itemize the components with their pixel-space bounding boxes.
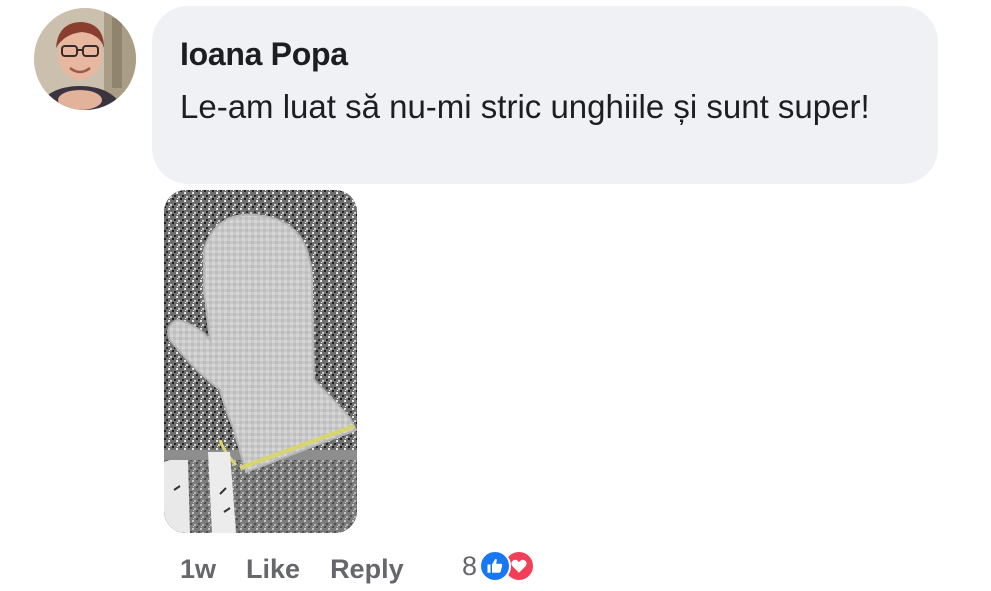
reaction-count: 8 [462,550,478,581]
comment-timestamp[interactable]: 1w [180,554,216,585]
glove-photo-image [164,190,357,533]
avatar-image [34,8,136,110]
comment-actions: 1w Like Reply [180,551,404,587]
reaction-summary[interactable]: 8 [462,548,536,584]
like-icon [479,550,512,582]
like-button[interactable]: Like [246,554,300,585]
comment-author[interactable]: Ioana Popa [180,36,348,73]
comment-text: Le-am luat să nu-mi stric unghiile și su… [180,88,870,125]
reply-button[interactable]: Reply [330,554,404,585]
avatar[interactable] [34,8,136,110]
comment-bubble[interactable]: Ioana Popa Le-am luat să nu-mi stric ung… [152,6,938,184]
comment-photo[interactable] [164,190,357,533]
comment-thread: Ioana Popa Le-am luat să nu-mi stric ung… [0,0,991,591]
